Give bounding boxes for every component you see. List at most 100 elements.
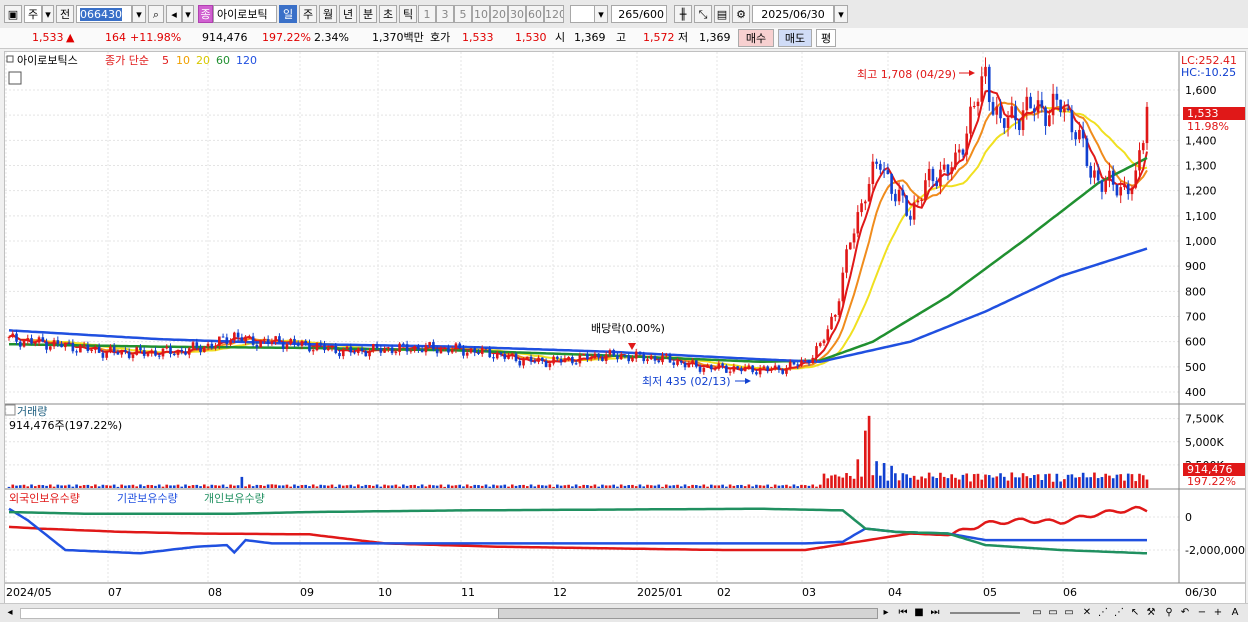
volume-bar: [1074, 477, 1077, 488]
layout-b-icon[interactable]: ▭: [1046, 606, 1060, 620]
interval-tab-0[interactable]: 1: [418, 5, 436, 23]
interval-tab-3[interactable]: 10: [472, 5, 490, 23]
code-input[interactable]: 066430: [76, 5, 132, 23]
market-dropdown-icon[interactable]: ▾: [42, 5, 54, 23]
cross-icon[interactable]: ✕: [1080, 606, 1094, 620]
period-tab-3[interactable]: 년: [339, 5, 357, 23]
first-icon[interactable]: ⏮: [896, 606, 910, 620]
candle-body: [424, 345, 428, 353]
period-tab-2[interactable]: 월: [319, 5, 337, 23]
volume-bar: [927, 472, 931, 488]
candle-body: [890, 174, 893, 194]
volume-bar: [225, 486, 229, 488]
layout-icon[interactable]: ▣: [4, 5, 22, 23]
search-icon[interactable]: ⌕: [148, 5, 164, 23]
volume-bar: [1014, 477, 1017, 488]
interval-tab-6[interactable]: 60: [526, 5, 544, 23]
save-icon[interactable]: ▤: [714, 5, 730, 23]
interval-tab-4[interactable]: 20: [490, 5, 508, 23]
gear-icon[interactable]: ⚙: [732, 5, 750, 23]
eval-button[interactable]: 평: [816, 29, 836, 47]
legend-stock-name: 아이로보틱스: [17, 54, 78, 67]
sell-button[interactable]: 매도: [778, 29, 812, 47]
table-icon[interactable]: [8, 71, 22, 85]
volume-bar: [1033, 474, 1036, 488]
code-dropdown-icon[interactable]: ▾: [132, 5, 146, 23]
volume-bar: [462, 486, 465, 488]
count-dropdown-icon[interactable]: ▾: [594, 5, 608, 23]
zoom-slider[interactable]: [950, 612, 1020, 614]
price-tick-label: 1,600: [1185, 84, 1217, 97]
scroll-track[interactable]: [20, 608, 500, 619]
tools-icon[interactable]: ⚒: [1144, 606, 1158, 620]
zoom-out-icon[interactable]: −: [1196, 606, 1208, 620]
volume-bar: [653, 485, 657, 488]
bottom-scrollbar[interactable]: ◂ ▸ ⏮ ■ ⏭ ▭ ▭ ▭ ✕ ⋰ ⋰ ↖ ⚒ ⚲ ↶ − + A: [0, 603, 1248, 622]
volume-bar: [64, 485, 67, 488]
candle-body: [589, 357, 593, 360]
speaker-icon[interactable]: ◂: [166, 5, 182, 23]
volume-bar: [71, 486, 75, 488]
volume-bar: [694, 485, 698, 488]
link-icon[interactable]: ⚲: [1162, 606, 1176, 620]
interval-tab-1[interactable]: 3: [436, 5, 454, 23]
scroll-left-icon[interactable]: ◂: [4, 606, 16, 620]
candle-body: [356, 348, 360, 353]
trend-b-icon[interactable]: ⋰: [1112, 606, 1126, 620]
period-tab-0[interactable]: 일: [279, 5, 297, 23]
candle-body: [105, 351, 108, 358]
scroll-thumb[interactable]: [498, 608, 878, 619]
interval-tab-2[interactable]: 5: [454, 5, 472, 23]
scroll-right-icon[interactable]: ▸: [880, 606, 892, 620]
volume-bar: [469, 486, 473, 488]
chart-area[interactable]: 400 500 600 700 800 900 1,000 1,100 1,200 1,300 1,…: [4, 51, 1246, 605]
period-tab-1[interactable]: 주: [299, 5, 317, 23]
candle-body: [387, 347, 390, 349]
prev-button[interactable]: 전: [56, 5, 74, 23]
volume-bar: [503, 484, 507, 488]
date-field[interactable]: 2025/06/30: [752, 5, 834, 23]
date-dropdown-icon[interactable]: ▾: [834, 5, 848, 23]
candle-body: [281, 341, 285, 349]
interval-tab-7[interactable]: 120: [544, 5, 564, 23]
stop-icon[interactable]: ■: [912, 606, 926, 620]
candle-icon[interactable]: ╫: [674, 5, 692, 23]
period-tab-4[interactable]: 분: [359, 5, 377, 23]
market-select[interactable]: 주: [24, 5, 42, 23]
trend-icon[interactable]: ⋰: [1096, 606, 1110, 620]
interval-tab-5[interactable]: 30: [508, 5, 526, 23]
last-icon[interactable]: ⏭: [928, 606, 942, 620]
volume-bar: [567, 484, 570, 488]
volume-bar: [127, 485, 131, 488]
pointer-icon[interactable]: ↖: [1128, 606, 1142, 620]
count-field[interactable]: 265/600: [611, 5, 667, 23]
buy-button[interactable]: 매수: [738, 29, 774, 47]
undo-icon[interactable]: ↶: [1178, 606, 1192, 620]
period-tab-5[interactable]: 초: [379, 5, 397, 23]
volume-bar: [1115, 474, 1119, 488]
legend-ma10: 10: [176, 54, 190, 67]
up-arrow-icon: ▲: [66, 31, 75, 44]
volume-bar: [860, 476, 863, 488]
candle-body: [1063, 108, 1066, 113]
candle-body: [221, 336, 225, 338]
speaker-dropdown-icon[interactable]: ▾: [182, 5, 194, 23]
volume-bar: [109, 485, 112, 488]
period-tab-6[interactable]: 틱: [399, 5, 417, 23]
volume-bar: [270, 484, 274, 488]
candle-body: [18, 341, 22, 347]
volume-bar: [717, 485, 721, 488]
volume-bar: [796, 486, 800, 488]
volume-bar: [766, 484, 769, 488]
price-tick-label: 500: [1185, 361, 1206, 374]
layout-c-icon[interactable]: ▭: [1062, 606, 1076, 620]
toolbar: ▣ 주 ▾ 전 066430 ▾ ⌕ ◂ ▾ 종 아이로보틱 ▾ 265/600…: [0, 0, 1248, 29]
font-icon[interactable]: A: [1228, 606, 1242, 620]
line-tool-icon[interactable]: ⤡: [694, 5, 712, 23]
current-pct-label: 11.98%: [1187, 120, 1229, 133]
candle-body: [950, 167, 954, 174]
zoom-in-icon[interactable]: +: [1212, 606, 1224, 620]
volume-bar: [124, 485, 127, 488]
chart-svg[interactable]: 4005006007008009001,0001,1001,2001,3001,…: [4, 52, 1245, 604]
layout-a-icon[interactable]: ▭: [1030, 606, 1044, 620]
